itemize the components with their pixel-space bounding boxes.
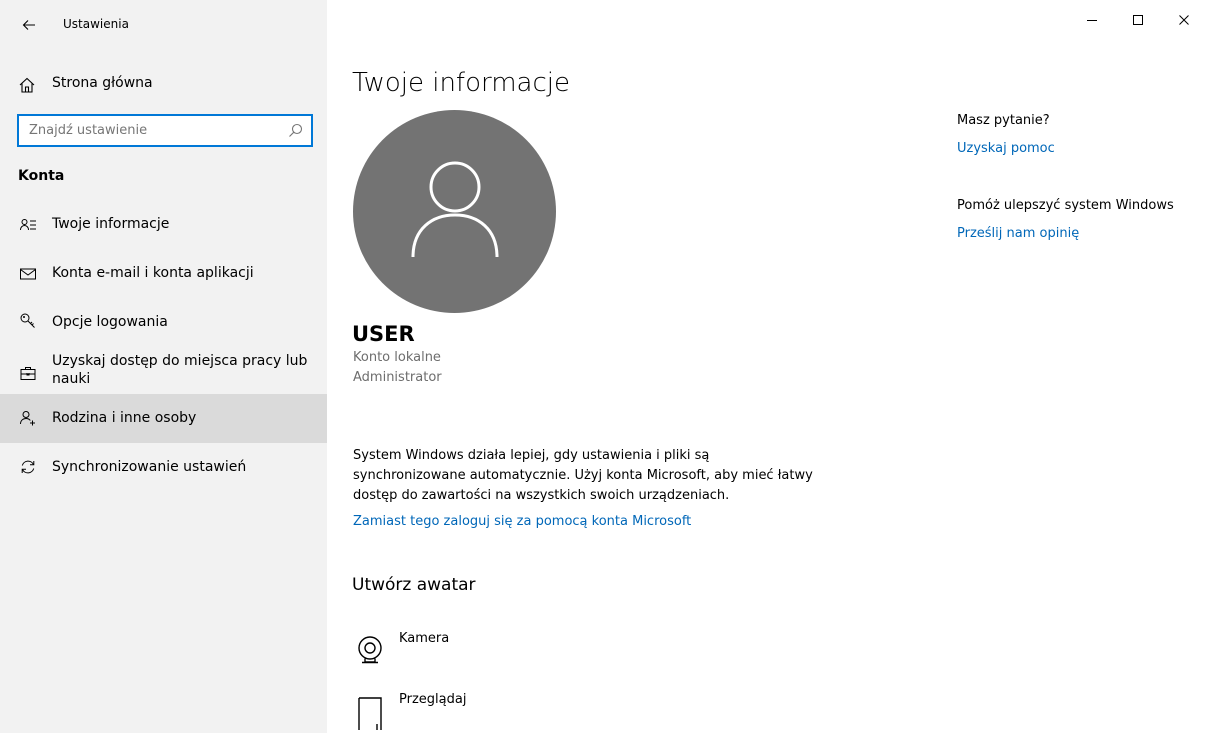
sidebar-item-label: Opcje logowania (52, 314, 168, 330)
sidebar-item-sign-in-options[interactable]: Opcje logowania (0, 298, 327, 347)
maximize-icon (1133, 15, 1143, 25)
question-heading: Masz pytanie? (957, 113, 1050, 128)
sync-description: System Windows działa lepiej, gdy ustawi… (353, 448, 813, 503)
key-icon (20, 313, 35, 328)
user-name: USER (352, 322, 415, 346)
feedback-link[interactable]: Prześlij nam opinię (957, 226, 1207, 241)
app-title: Ustawienia (63, 17, 129, 31)
get-help-link[interactable]: Uzyskaj pomoc (957, 141, 1207, 156)
briefcase-icon (20, 367, 36, 380)
improve-heading: Pomóż ulepszyć system Windows (957, 198, 1174, 213)
section-title: Konta (18, 168, 65, 184)
person-info-icon (20, 219, 36, 231)
back-arrow-icon (22, 20, 35, 30)
maximize-button[interactable] (1115, 0, 1161, 40)
close-icon (1179, 15, 1189, 25)
sidebar-item-email-accounts[interactable]: Konta e-mail i konta aplikacji (0, 249, 327, 298)
camera-label: Kamera (399, 631, 450, 646)
help-panel: Masz pytanie? Uzyskaj pomoc Pomóż ulepsz… (957, 113, 1207, 241)
account-role: Administrator (353, 370, 442, 385)
sidebar-item-family[interactable]: Rodzina i inne osoby (0, 394, 327, 443)
sidebar-item-label: Twoje informacje (52, 216, 170, 232)
sidebar-item-sync-settings[interactable]: Synchronizowanie ustawień (0, 443, 327, 492)
main-content: Twoje informacje USER Konto lokalne Admi… (327, 0, 1207, 733)
minimize-icon (1087, 20, 1097, 21)
sidebar-item-label: Uzyskaj dostęp do miejsca pracy lub nauk… (52, 353, 308, 387)
browse-file-icon (358, 697, 382, 730)
sidebar-item-home[interactable]: Strona główna (0, 64, 327, 104)
home-icon (19, 77, 35, 93)
sidebar: Ustawienia Strona główna Konta Twoje inf… (0, 0, 327, 733)
user-silhouette-icon (411, 161, 498, 257)
close-button[interactable] (1161, 0, 1207, 40)
camera-icon (358, 636, 382, 664)
sidebar-item-label: Konta e-mail i konta aplikacji (52, 265, 254, 281)
account-type: Konto lokalne (353, 350, 441, 365)
camera-option[interactable]: Kamera (352, 631, 552, 681)
search-input[interactable] (19, 116, 279, 145)
create-avatar-heading: Utwórz awatar (352, 575, 476, 595)
mail-icon (20, 268, 36, 280)
microsoft-signin-link[interactable]: Zamiast tego zaloguj się za pomocą konta… (353, 514, 691, 529)
search-box[interactable] (17, 114, 313, 147)
sidebar-item-work-access[interactable]: Uzyskaj dostęp do miejsca pracy lub nauk… (0, 347, 327, 394)
sync-icon (21, 460, 35, 474)
sidebar-item-your-info[interactable]: Twoje informacje (0, 200, 327, 249)
minimize-button[interactable] (1069, 0, 1115, 40)
avatar (353, 110, 556, 313)
sidebar-item-label: Synchronizowanie ustawień (52, 459, 247, 475)
page-title: Twoje informacje (352, 68, 571, 98)
titlebar: Ustawienia (0, 0, 327, 50)
sidebar-item-label: Rodzina i inne osoby (52, 410, 197, 426)
back-button[interactable] (18, 14, 40, 36)
person-add-icon (20, 411, 35, 426)
browse-option[interactable]: Przeglądaj (352, 692, 552, 733)
window-controls (1069, 0, 1207, 40)
search-icon[interactable] (288, 123, 303, 138)
browse-label: Przeglądaj (399, 692, 467, 707)
home-label: Strona główna (52, 75, 153, 91)
